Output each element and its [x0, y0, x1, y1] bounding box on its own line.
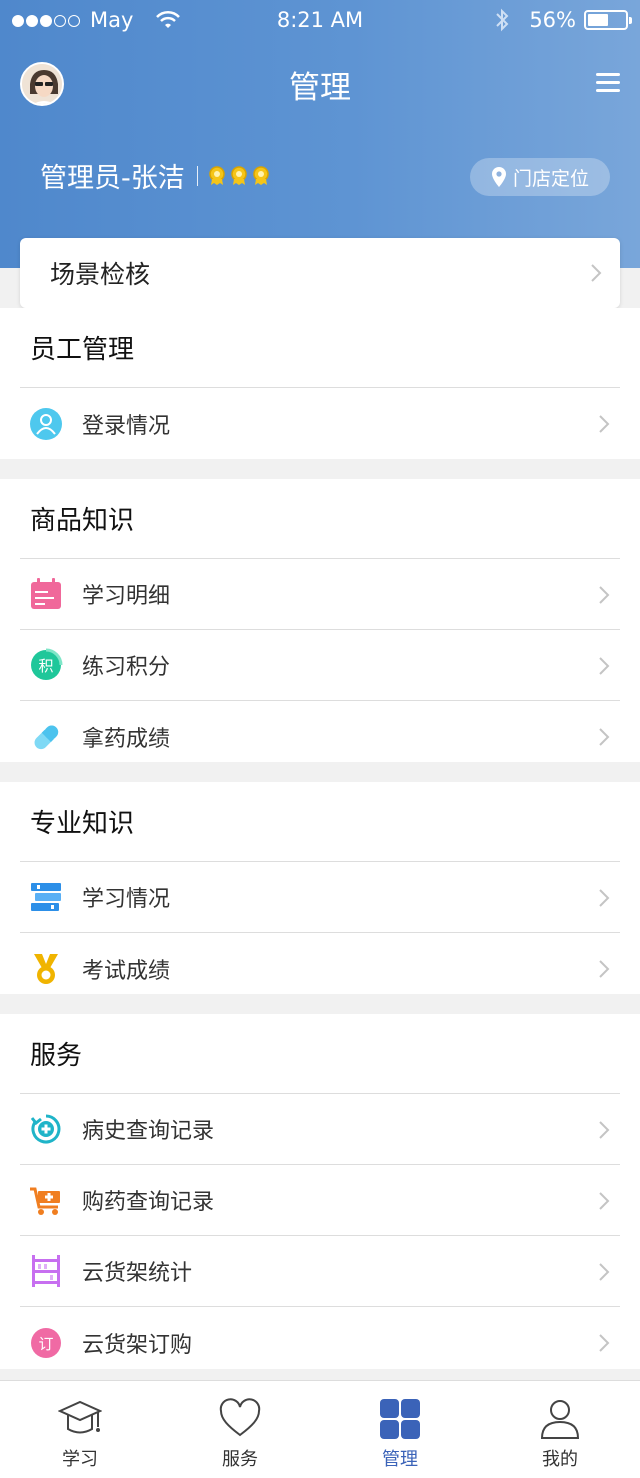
- list-item-label: 购药查询记录: [82, 1190, 215, 1215]
- status-bar: May 8:21 AM 56%: [0, 6, 640, 36]
- scene-check-card[interactable]: 场景检核: [20, 238, 620, 308]
- divider: [196, 165, 198, 186]
- list-item-study-details[interactable]: 学习明细: [20, 559, 620, 630]
- list-item-label: 练习积分: [82, 655, 171, 680]
- section-staff-management: 员工管理 登录情况: [0, 308, 640, 459]
- chevron-right-icon: [599, 889, 610, 907]
- list-item-label: 学习情况: [82, 887, 171, 912]
- list-item-cloud-shelf-stats[interactable]: 云货架统计: [20, 1236, 620, 1307]
- graduation-cap-icon: [58, 1400, 102, 1434]
- pill-icon: [28, 719, 64, 755]
- chevron-right-icon: [599, 1334, 610, 1352]
- points-icon: 积: [28, 647, 64, 683]
- list-item-purchase-history[interactable]: 购药查询记录: [20, 1165, 620, 1236]
- section-service: 服务 病史查询记录 购药查询记录 云货架统计 订 云货架订购: [0, 1014, 640, 1369]
- tab-management[interactable]: 管理: [320, 1381, 480, 1478]
- heart-icon: [219, 1398, 261, 1437]
- chevron-right-icon: [599, 1192, 610, 1210]
- medal-icon: [231, 165, 247, 185]
- chevron-right-icon: [599, 1263, 610, 1281]
- section-title: 服务: [20, 1014, 620, 1094]
- section-professional-knowledge: 专业知识 学习情况 考试成绩: [0, 782, 640, 994]
- section-title: 商品知识: [20, 479, 620, 559]
- svg-text:订: 订: [38, 1335, 53, 1353]
- list-item-label: 病史查询记录: [82, 1119, 215, 1144]
- list-item-label: 登录情况: [82, 413, 171, 439]
- list-item-label: 云货架订购: [82, 1332, 193, 1358]
- medical-history-icon: [28, 1111, 64, 1147]
- chevron-right-icon: [599, 657, 610, 675]
- medal-icon: [28, 951, 64, 987]
- chevron-right-icon: [591, 264, 602, 282]
- store-locate-label: 门店定位: [512, 167, 589, 190]
- list-item-label: 云货架统计: [82, 1261, 193, 1286]
- section-title: 员工管理: [20, 308, 620, 388]
- list-item-learning-status[interactable]: 学习情况: [20, 862, 620, 933]
- list-item-cloud-shelf-order[interactable]: 订 云货架订购: [20, 1307, 620, 1378]
- admin-info: 管理员-张洁: [40, 156, 274, 195]
- page-title: 管理: [289, 70, 351, 106]
- battery-percent: 56%: [529, 8, 576, 32]
- chevron-right-icon: [599, 728, 610, 746]
- header-bar: May 8:21 AM 56% 管理 管理员-张洁 门店定位: [0, 0, 640, 268]
- list-item-login-status[interactable]: 登录情况: [20, 388, 620, 459]
- cart-icon: [28, 1182, 64, 1218]
- svg-text:积: 积: [38, 657, 53, 675]
- person-icon: [540, 1400, 580, 1439]
- list-item-label: 考试成绩: [82, 958, 171, 984]
- store-locate-button[interactable]: 门店定位: [470, 158, 610, 196]
- list-item-label: 拿药成绩: [82, 726, 171, 752]
- tab-label: 我的: [542, 1449, 578, 1470]
- section-title: 专业知识: [20, 782, 620, 862]
- grid-icon: [380, 1399, 420, 1439]
- chevron-right-icon: [599, 960, 610, 978]
- bottom-tab-bar: 学习 服务 管理 我的: [0, 1380, 640, 1478]
- bluetooth-icon: [496, 8, 509, 32]
- list-item-medicine-score[interactable]: 拿药成绩: [20, 701, 620, 772]
- order-icon: 订: [28, 1325, 64, 1361]
- location-pin-icon: [491, 167, 506, 187]
- tab-service[interactable]: 服务: [160, 1381, 320, 1478]
- chevron-right-icon: [599, 1121, 610, 1139]
- books-icon: [28, 879, 64, 915]
- medal-icon: [209, 165, 225, 185]
- battery-icon: [584, 10, 632, 30]
- tab-study[interactable]: 学习: [0, 1381, 160, 1478]
- tab-mine[interactable]: 我的: [480, 1381, 640, 1478]
- medal-icon: [253, 165, 269, 185]
- list-item-exam-score[interactable]: 考试成绩: [20, 933, 620, 1004]
- calendar-icon: [28, 576, 64, 612]
- admin-name: 管理员-张洁: [40, 163, 185, 194]
- chevron-right-icon: [599, 415, 610, 433]
- tab-label: 学习: [62, 1449, 98, 1470]
- tab-label: 服务: [222, 1449, 258, 1470]
- scene-check-label: 场景检核: [50, 260, 151, 289]
- list-item-practice-points[interactable]: 积 练习积分: [20, 630, 620, 701]
- list-item-label: 学习明细: [82, 584, 171, 609]
- tab-label: 管理: [382, 1449, 418, 1470]
- chevron-right-icon: [599, 586, 610, 604]
- menu-icon[interactable]: [596, 73, 620, 93]
- shelf-icon: [28, 1253, 64, 1289]
- section-product-knowledge: 商品知识 学习明细 积 练习积分 拿药成绩: [0, 479, 640, 762]
- list-item-medical-history[interactable]: 病史查询记录: [20, 1094, 620, 1165]
- user-icon: [28, 406, 64, 442]
